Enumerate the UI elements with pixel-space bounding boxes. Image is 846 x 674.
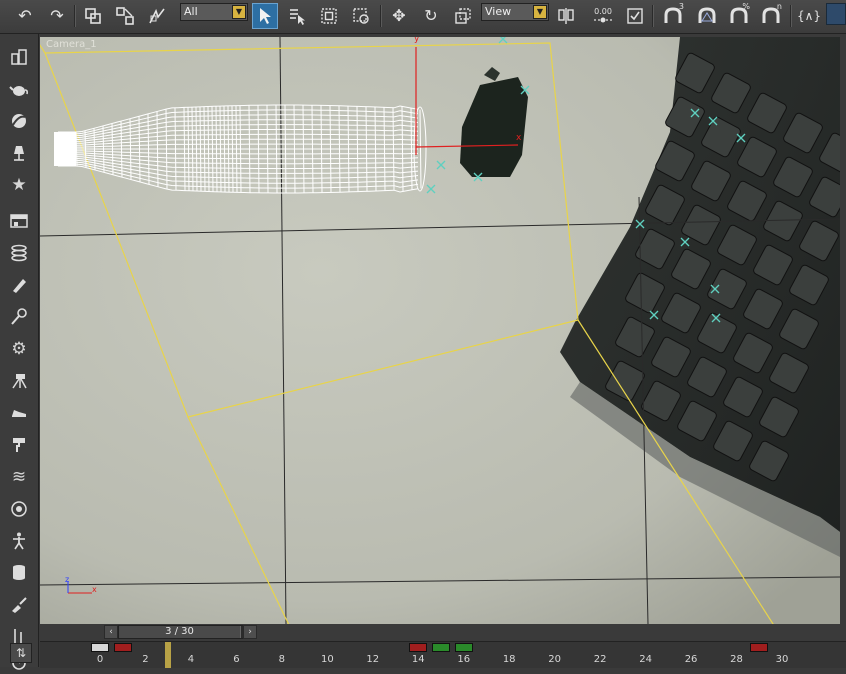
select-and-rotate-icon[interactable]: ↻ <box>418 3 444 29</box>
toolbar-separator <box>652 5 654 27</box>
frame-tick-label: 20 <box>548 654 562 665</box>
pencil-icon[interactable] <box>5 272 33 298</box>
teapot-icon[interactable] <box>5 76 33 102</box>
frame-tick-label: 26 <box>684 654 698 665</box>
unlink-selection-icon[interactable] <box>112 3 138 29</box>
brush-icon[interactable] <box>5 592 33 618</box>
reference-coordinate-value: View <box>485 5 512 18</box>
frame-tick-label: 22 <box>593 654 607 665</box>
lamp-icon[interactable] <box>5 140 33 166</box>
star-helper-icon[interactable]: ★ <box>5 172 33 198</box>
axis-tripod: z x <box>64 575 104 603</box>
select-by-name-icon[interactable] <box>284 3 310 29</box>
keyframe-marker[interactable] <box>91 643 109 652</box>
next-frame-button[interactable]: › <box>243 625 257 639</box>
frame-tick-label: 28 <box>730 654 743 665</box>
keyframe-marker[interactable] <box>432 643 450 652</box>
tripod-icon[interactable] <box>5 368 33 394</box>
frame-tick-label: 12 <box>366 654 380 665</box>
wave-space-warp-icon[interactable]: ≋ <box>5 464 33 490</box>
toolbar-separator <box>790 5 792 27</box>
reference-coordinate-dropdown[interactable]: View ▼ <box>481 3 549 21</box>
chevron-down-icon: ▼ <box>533 5 547 19</box>
axis-z-label: z <box>65 575 70 584</box>
edit-named-selection-icon[interactable] <box>622 3 648 29</box>
named-selection-field[interactable] <box>826 3 846 25</box>
frame-tick-label: 6 <box>233 654 240 665</box>
time-slider-track[interactable]: 3 / 30 <box>118 625 248 639</box>
current-frame-marker[interactable] <box>165 642 172 668</box>
gear-icon[interactable]: ⚙ <box>5 336 33 362</box>
angle-snap-label: 3 <box>678 2 684 11</box>
frame-tick-label: 14 <box>411 654 425 665</box>
stack-layers-icon[interactable] <box>5 240 33 266</box>
spinner-snap-icon[interactable]: n <box>758 3 784 29</box>
frame-tick-label: 10 <box>320 654 334 665</box>
toolbar-separator <box>74 5 76 27</box>
camera-viewport[interactable]: Camera_1 y x z x <box>40 37 840 624</box>
frame-tick-label: 2 <box>142 654 149 665</box>
selection-filter-value: All <box>184 5 198 18</box>
axis-x-label: x <box>92 585 97 594</box>
select-object-icon[interactable] <box>252 3 278 29</box>
keyframe-marker[interactable] <box>113 643 132 652</box>
time-slider: ‹ 3 / 30 › <box>40 624 846 641</box>
track-bar[interactable]: 0 2 4 6 8 10 12 14 16 18 20 22 24 26 28 30 <box>40 641 846 668</box>
window-crossing-icon[interactable] <box>348 3 374 29</box>
viewport-label[interactable]: Camera_1 <box>46 39 97 50</box>
percent-snap-label: % <box>742 2 750 11</box>
frame-tick-label: 0 <box>96 654 104 665</box>
angle-snap-toggle-icon[interactable] <box>694 3 720 29</box>
create-geometry-icon[interactable] <box>5 44 33 70</box>
frame-tick-label: 16 <box>457 654 471 665</box>
pipette-icon[interactable] <box>5 304 33 330</box>
select-and-move-icon[interactable]: ✥ <box>386 3 412 29</box>
keyframe-marker[interactable] <box>409 643 428 652</box>
bottle-cap <box>54 132 76 166</box>
sphere-icon[interactable] <box>5 108 33 134</box>
chevron-down-icon: ▼ <box>232 5 246 19</box>
percent-snap-toggle-icon[interactable]: % <box>726 3 752 29</box>
keyframe-marker[interactable] <box>750 643 769 652</box>
cylinder-icon[interactable] <box>5 560 33 586</box>
named-selection-sets-icon[interactable]: {∧} <box>796 3 822 29</box>
paint-roller-icon[interactable] <box>5 432 33 458</box>
spinner-snap-label: n <box>776 2 782 11</box>
shoe-icon[interactable] <box>5 400 33 426</box>
biped-figure-icon[interactable] <box>5 528 33 554</box>
spinner-snap-value: 0.00 <box>594 7 612 16</box>
frame-tick-label: 24 <box>639 654 652 665</box>
reactor-icon[interactable] <box>5 496 33 522</box>
frame-tick-label: 30 <box>775 654 789 665</box>
time-slider-thumb[interactable]: 3 / 30 <box>119 626 241 638</box>
modifier-panel-icon[interactable] <box>5 208 33 234</box>
keyframe-marker[interactable] <box>454 643 473 652</box>
spinner-snap-toggle[interactable]: 0.00 <box>590 3 616 29</box>
frame-tick-label: 18 <box>502 654 516 665</box>
frame-tick-label: 8 <box>278 654 286 665</box>
previous-frame-button[interactable]: ‹ <box>104 625 118 639</box>
select-and-scale-icon[interactable] <box>450 3 476 29</box>
viewport-scene <box>40 37 840 624</box>
select-and-link-icon[interactable] <box>80 3 106 29</box>
bind-to-space-warp-icon[interactable] <box>144 3 170 29</box>
curly-braces-label: {∧} <box>796 9 822 23</box>
use-pivot-point-center-icon[interactable] <box>553 3 579 29</box>
rectangular-selection-region-icon[interactable] <box>316 3 342 29</box>
selection-filter-dropdown[interactable]: All ▼ <box>180 3 248 21</box>
undo-icon[interactable]: ↶ <box>12 3 38 29</box>
frame-tick-label: 4 <box>187 654 195 665</box>
main-toolbar: ↶ ↷ All ▼ ✥ ↻ View ▼ 0.00 3 % n {∧} <box>0 0 846 34</box>
gizmo-x-label: x <box>516 133 522 143</box>
redo-icon[interactable]: ↷ <box>44 3 70 29</box>
key-mode-toggle[interactable]: ⇅ <box>10 643 32 663</box>
left-command-toolbar: ★ ⚙ ≋ <box>0 34 39 670</box>
gizmo-y-label: y <box>414 37 420 44</box>
toolbar-separator <box>380 5 382 27</box>
snaps-toggle-icon[interactable]: 3 <box>660 3 686 29</box>
